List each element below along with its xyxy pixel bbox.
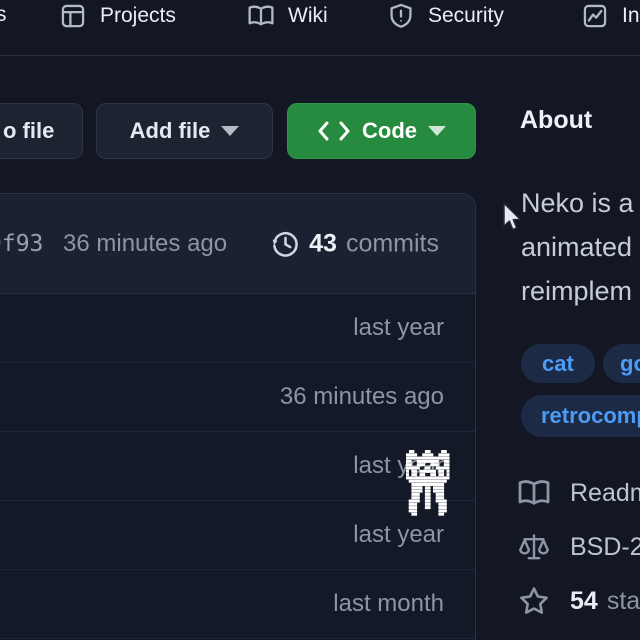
license-link[interactable]: BSD-2 — [518, 531, 640, 563]
table-icon — [60, 3, 86, 29]
file-row[interactable]: last month — [0, 570, 475, 639]
stars-label: sta — [607, 587, 640, 616]
go-to-file-button[interactable]: o file — [0, 103, 83, 159]
shield-exclamation-icon — [388, 3, 414, 29]
file-row[interactable]: 36 minutes ago — [0, 363, 475, 432]
readme-link[interactable]: Readm — [518, 477, 640, 509]
caret-down-icon — [221, 126, 239, 136]
file-row-updated: last month — [333, 590, 444, 618]
tab-projects-label: Projects — [100, 4, 176, 28]
go-to-file-label: o file — [3, 118, 54, 144]
add-file-button[interactable]: Add file — [96, 103, 273, 159]
repo-description: Neko is a animated reimplem — [521, 181, 634, 313]
code-button[interactable]: Code — [287, 103, 476, 159]
latest-commit-bar: 9f93 36 minutes ago 43 commits — [0, 194, 475, 294]
tab-projects[interactable]: Projects — [60, 1, 176, 31]
topic-tag-retrocomputing[interactable]: retrocomp — [521, 395, 640, 437]
add-file-label: Add file — [130, 118, 211, 144]
stars-text: 54 sta — [570, 587, 640, 616]
commits-label: commits — [346, 229, 439, 258]
tab-insights[interactable]: In — [582, 1, 640, 31]
description-line: Neko is a — [521, 181, 634, 225]
tab-security[interactable]: Security — [388, 1, 504, 31]
about-heading: About — [520, 106, 592, 135]
commit-time: 36 minutes ago — [63, 230, 227, 258]
file-row[interactable]: last year — [0, 432, 475, 501]
mouse-cursor — [501, 202, 522, 233]
tab-security-label: Security — [428, 4, 504, 28]
neko-cat-pixels — [406, 450, 409, 453]
caret-down-icon — [428, 126, 446, 136]
commit-count: 43 — [309, 229, 337, 258]
code-icon — [317, 120, 351, 142]
repo-tab-bar: s Projects Wiki Security — [0, 0, 640, 56]
file-row[interactable]: last year — [0, 294, 475, 363]
commit-hash[interactable]: 9f93 — [0, 231, 43, 257]
file-row-updated: last year — [353, 314, 444, 342]
description-line: reimplem — [521, 269, 634, 313]
stars-link[interactable]: 54 sta — [518, 585, 640, 617]
file-list-card: 9f93 36 minutes ago 43 commits last year… — [0, 193, 476, 640]
graph-icon — [582, 3, 608, 29]
topic-tag-cat[interactable]: cat — [521, 344, 595, 383]
readme-label: Readm — [570, 479, 640, 508]
law-scales-icon — [518, 531, 550, 563]
code-label: Code — [362, 118, 417, 144]
commit-history-link[interactable]: 43 commits — [271, 229, 439, 258]
neko-cat-sprite — [406, 450, 409, 453]
file-row-updated: last year — [353, 452, 444, 480]
stars-count: 54 — [570, 587, 598, 616]
book-icon — [248, 3, 274, 29]
clock-history-icon — [271, 229, 300, 258]
book-icon — [518, 477, 550, 509]
license-label: BSD-2 — [570, 533, 640, 562]
file-row-updated: last year — [353, 521, 444, 549]
topic-tag-go[interactable]: go — [603, 344, 640, 383]
file-row[interactable]: last year — [0, 501, 475, 570]
star-icon — [518, 585, 550, 617]
github-repo-page: s Projects Wiki Security — [0, 0, 640, 640]
tab-partial[interactable]: s — [0, 3, 7, 27]
description-line: animated — [521, 225, 634, 269]
tab-wiki[interactable]: Wiki — [248, 1, 328, 31]
tab-insights-label: In — [622, 4, 640, 28]
tab-wiki-label: Wiki — [288, 4, 328, 28]
file-row-updated: 36 minutes ago — [280, 383, 444, 411]
